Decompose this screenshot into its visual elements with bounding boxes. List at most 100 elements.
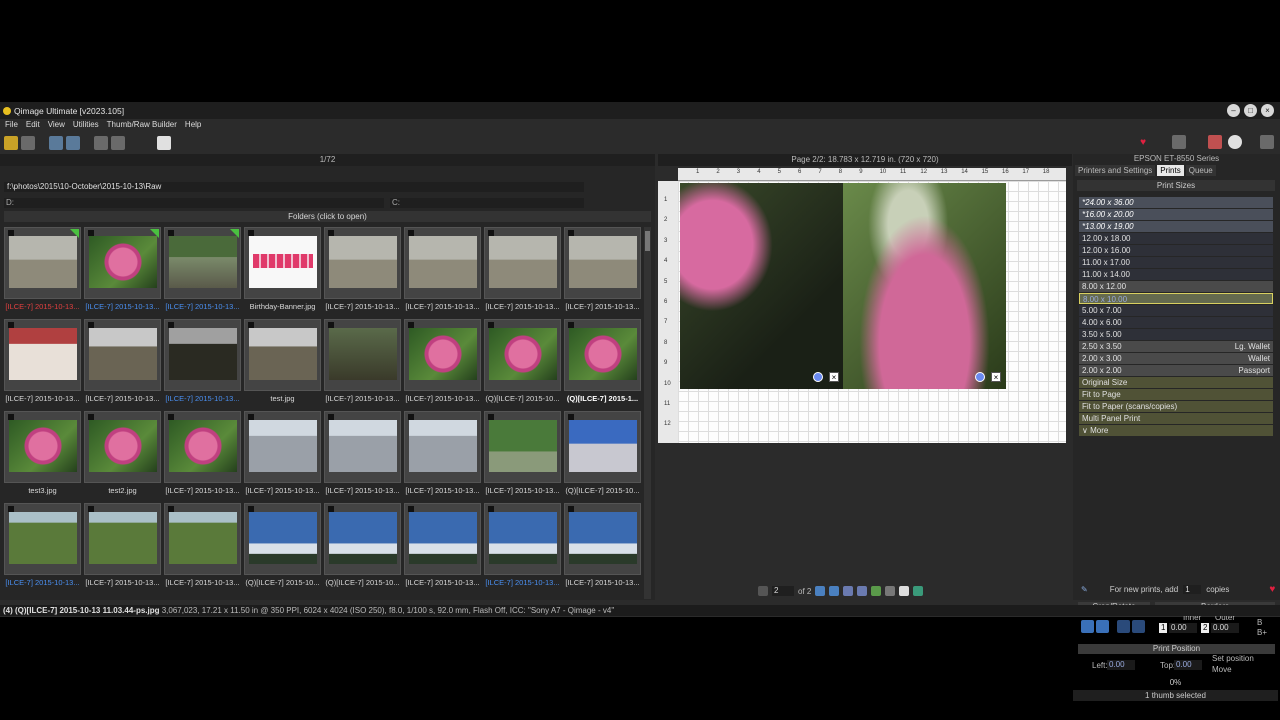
thumbnail-frame[interactable] bbox=[484, 227, 561, 299]
thumbnail-frame[interactable] bbox=[404, 227, 481, 299]
menu-edit[interactable]: Edit bbox=[26, 120, 40, 132]
minimize-icon[interactable]: – bbox=[1227, 104, 1240, 117]
thumbnail-frame[interactable] bbox=[404, 411, 481, 483]
thumbnail-image[interactable] bbox=[489, 236, 557, 288]
print-size-option[interactable]: 2.00 x 3.00 Wallet bbox=[1079, 353, 1273, 364]
thumbnail-image[interactable] bbox=[489, 420, 557, 472]
thumbnail-frame[interactable] bbox=[84, 319, 161, 391]
thumbnail-frame[interactable] bbox=[4, 227, 81, 299]
thumbnail-frame[interactable] bbox=[404, 319, 481, 391]
outer-border-input[interactable]: 0.00 bbox=[1211, 623, 1239, 633]
thumbnail-item[interactable]: [ILCE-7] 2015-10-13... bbox=[4, 319, 81, 411]
thumbnail-item[interactable]: [ILCE-7] 2015-10-13... bbox=[564, 503, 641, 595]
thumbnail-item[interactable]: [ILCE-7] 2015-10-13... bbox=[164, 503, 241, 595]
top-position-input[interactable]: 0.00 bbox=[1174, 660, 1202, 670]
network-icon[interactable] bbox=[66, 136, 80, 150]
print-size-option[interactable]: *16.00 x 20.00 bbox=[1079, 209, 1273, 220]
remove-print-icon[interactable]: × bbox=[829, 372, 839, 382]
open-folder-icon[interactable] bbox=[4, 136, 18, 150]
thumbnail-item[interactable]: [ILCE-7] 2015-10-13... bbox=[164, 227, 241, 319]
thumbnail-frame[interactable] bbox=[564, 503, 641, 575]
thumbnail-frame[interactable] bbox=[244, 411, 321, 483]
thumbnail-image[interactable] bbox=[329, 512, 397, 564]
layout-icon[interactable] bbox=[857, 586, 868, 596]
thumbnail-frame[interactable] bbox=[4, 503, 81, 575]
print-size-option[interactable]: 5.00 x 7.00 bbox=[1079, 305, 1273, 316]
heart-icon[interactable]: ♥ bbox=[1140, 137, 1146, 148]
print-size-option[interactable]: 2.50 x 3.50 Lg. Wallet bbox=[1079, 341, 1273, 352]
thumbnail-image[interactable] bbox=[89, 512, 157, 564]
thumbnail-image[interactable] bbox=[569, 512, 637, 564]
thumbnail-image[interactable] bbox=[249, 328, 317, 380]
copies-input[interactable]: 1 bbox=[1183, 585, 1202, 594]
print-panel-right[interactable] bbox=[843, 183, 1006, 389]
thumbnail-item[interactable]: [ILCE-7] 2015-10-13... bbox=[324, 319, 401, 411]
print-size-option[interactable]: Fit to Page bbox=[1079, 389, 1273, 400]
crop-icon[interactable] bbox=[1081, 620, 1094, 633]
thumbnail-image[interactable] bbox=[409, 512, 477, 564]
thumbnail-frame[interactable] bbox=[244, 319, 321, 391]
thumb-scrollbar[interactable] bbox=[644, 227, 651, 599]
thumbnail-image[interactable] bbox=[569, 328, 637, 380]
tab-queue[interactable]: Queue bbox=[1185, 165, 1216, 176]
thumbnail-frame[interactable] bbox=[244, 503, 321, 575]
remove-print-icon[interactable]: × bbox=[991, 372, 1001, 382]
print-size-option[interactable]: 8.00 x 12.00 bbox=[1079, 281, 1273, 292]
menu-thumb-raw-builder[interactable]: Thumb/Raw Builder bbox=[107, 120, 177, 132]
rotate-right-icon[interactable] bbox=[1132, 620, 1145, 633]
thumbnail-item[interactable]: (Q)[ILCE-7] 2015-1... bbox=[564, 319, 641, 411]
auto-rotate-icon[interactable] bbox=[1096, 620, 1109, 633]
inner-border-input[interactable]: 0.00 bbox=[1169, 623, 1197, 633]
thumbnail-image[interactable] bbox=[169, 512, 237, 564]
thumbnail-item[interactable]: [ILCE-7] 2015-10-13... bbox=[564, 227, 641, 319]
move-handle-icon[interactable] bbox=[975, 372, 985, 382]
thumbnail-item[interactable]: [ILCE-7] 2015-10-13... bbox=[164, 411, 241, 503]
thumbnail-item[interactable]: [ILCE-7] 2015-10-13... bbox=[84, 503, 161, 595]
thumbnail-image[interactable] bbox=[329, 236, 397, 288]
print-size-option[interactable]: Multi Panel Print bbox=[1079, 413, 1273, 424]
menu-file[interactable]: File bbox=[5, 120, 18, 132]
refresh-icon[interactable] bbox=[111, 136, 125, 150]
thumbnail-frame[interactable] bbox=[324, 319, 401, 391]
print-size-option[interactable]: Original Size bbox=[1079, 377, 1273, 388]
thumbnail-image[interactable] bbox=[409, 328, 477, 380]
thumbnail-image[interactable] bbox=[249, 512, 317, 564]
thumbnail-frame[interactable] bbox=[564, 411, 641, 483]
thumbnail-image[interactable] bbox=[489, 512, 557, 564]
scan-icon[interactable] bbox=[49, 136, 63, 150]
thumbnail-frame[interactable] bbox=[484, 319, 561, 391]
print-panel-left[interactable] bbox=[680, 183, 843, 389]
thumbnail-item[interactable]: [ILCE-7] 2015-10-13... bbox=[244, 411, 321, 503]
prev-page-icon[interactable] bbox=[758, 586, 768, 596]
thumbnail-item[interactable]: (Q)[ILCE-7] 2015-10... bbox=[244, 503, 321, 595]
page-number-input[interactable]: 2 bbox=[772, 586, 794, 596]
thumbnail-item[interactable]: [ILCE-7] 2015-10-13... bbox=[404, 319, 481, 411]
thumbnail-item[interactable]: [ILCE-7] 2015-10-13... bbox=[84, 319, 161, 411]
print-image[interactable] bbox=[680, 183, 1006, 389]
page-icon[interactable] bbox=[843, 586, 854, 596]
rotate-left-icon[interactable] bbox=[1117, 620, 1130, 633]
print-size-option[interactable]: 4.00 x 6.00 bbox=[1079, 317, 1273, 328]
printer-icon[interactable] bbox=[1172, 135, 1186, 149]
menu-view[interactable]: View bbox=[48, 120, 65, 132]
thumbnail-frame[interactable] bbox=[324, 503, 401, 575]
move-handle-icon[interactable] bbox=[813, 372, 823, 382]
border-bplus-option[interactable]: B+ bbox=[1257, 628, 1267, 638]
auto-fill-icon[interactable] bbox=[871, 586, 882, 596]
close-icon[interactable]: × bbox=[1261, 104, 1274, 117]
thumbnail-frame[interactable] bbox=[244, 227, 321, 299]
globe-icon[interactable] bbox=[913, 586, 924, 596]
save-icon[interactable] bbox=[21, 136, 35, 150]
thumbnail-image[interactable] bbox=[89, 328, 157, 380]
folder-path-input[interactable]: f:\photos\2015\10-October\2015-10-13\Raw bbox=[4, 182, 584, 192]
thumbnail-item[interactable]: test3.jpg bbox=[4, 411, 81, 503]
menu-utilities[interactable]: Utilities bbox=[73, 120, 99, 132]
thumbnail-item[interactable]: [ILCE-7] 2015-10-13... bbox=[324, 411, 401, 503]
thumbnail-item[interactable]: [ILCE-7] 2015-10-13... bbox=[4, 227, 81, 319]
thumbnail-image[interactable] bbox=[169, 236, 237, 288]
print-size-option[interactable]: 11.00 x 14.00 bbox=[1079, 269, 1273, 280]
thumbnail-frame[interactable] bbox=[484, 503, 561, 575]
thumbnail-image[interactable] bbox=[569, 420, 637, 472]
menu-help[interactable]: Help bbox=[185, 120, 201, 132]
thumbnail-item[interactable]: (Q)[ILCE-7] 2015-10... bbox=[564, 411, 641, 503]
